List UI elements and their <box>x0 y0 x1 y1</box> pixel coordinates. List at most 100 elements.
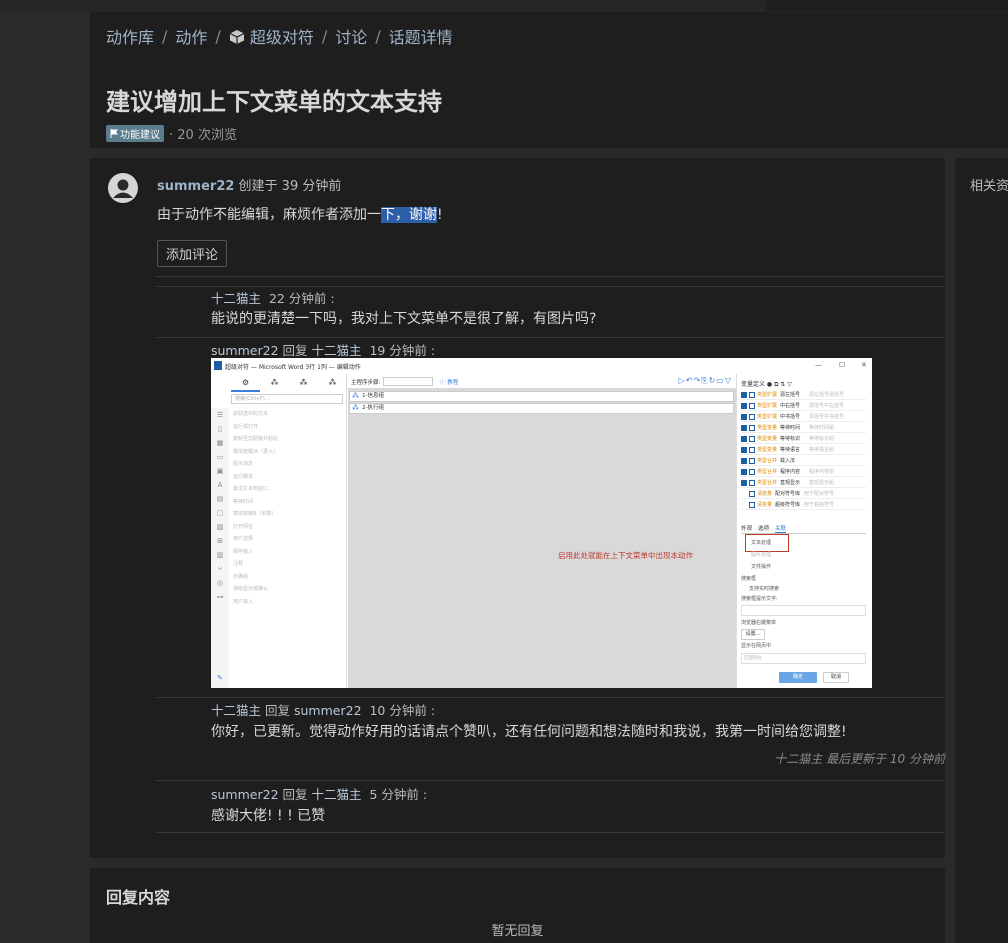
comment-meta: summer22 回复 十二猫主 19 分钟前 : <box>211 340 435 359</box>
comment-text: 能说的更清楚一下吗，我对上下文菜单不是很了解，有图片吗? <box>211 311 597 327</box>
shot-tab: 关联 <box>775 526 787 533</box>
shot-help-label: 教程 <box>447 380 459 386</box>
var-cat: 类型扩展 <box>757 414 778 420</box>
divider <box>156 337 945 338</box>
var-desc: 等待语言组 <box>809 447 835 453</box>
var-desc: 等待标识组 <box>809 436 835 442</box>
shot-variable-row: 类型变量 等待时间 等待时间组 <box>741 423 866 433</box>
var-cat: 类型变量 <box>757 436 778 442</box>
var-cat: 类型合并 <box>757 480 778 486</box>
shot-cancel-button: 取消 <box>823 672 849 683</box>
var-name: 等待语言 <box>780 447 801 453</box>
shot-window-title: 超级对符 — Microsoft Word 3行 1列 — 编辑动作 <box>225 364 361 371</box>
var-cat: 请变量 <box>757 502 773 508</box>
breadcrumb-action-library[interactable]: 动作库 <box>106 24 154 48</box>
var-cat: 类型合并 <box>757 469 778 475</box>
bookmark-icon: ▯ <box>218 425 222 433</box>
shot-step-label: 1-信息组 <box>362 393 384 399</box>
shot-right-panel: 变量定义 ● ⧉ ⇅ ▽ 类型扩展 源左括号 源左括号源括号 类型扩展 中右括号 源括号… <box>736 374 872 688</box>
shot-variables-header: 变量定义 ● ⧉ ⇅ ▽ <box>741 381 792 388</box>
header-panel: 动作库 / 动作 / 超级对符 / 讨论 / 话题详情 建议增加上下文菜单的文本… <box>90 12 1008 148</box>
comment-reply-to[interactable]: summer22 <box>294 703 362 718</box>
comment-time: 10 分钟前 : <box>369 703 436 718</box>
comment-time: 22 分钟前 : <box>268 291 335 306</box>
lock-icon <box>741 424 747 431</box>
shot-show-in-page-label: 显示在网页中 <box>741 643 772 649</box>
var-desc: 用于超级符号 <box>804 502 835 508</box>
category-tag[interactable]: 功能建议 <box>106 125 164 142</box>
comment-author[interactable]: 十二猫主 <box>211 291 261 306</box>
comment-author[interactable]: summer22 <box>211 343 279 358</box>
category-tag-label: 功能建议 <box>120 130 160 141</box>
comment-reply-to[interactable]: 十二猫主 <box>312 343 362 358</box>
breadcrumb-separator: / <box>321 26 328 46</box>
shot-show-in-page-field: 匹配网址 <box>741 653 866 664</box>
shot-left-tabs: ⚙ ⁂ ⁂ ⁂ <box>231 378 347 392</box>
shot-variables-label: 变量定义 <box>741 381 766 388</box>
list-item: 用户选择 <box>233 536 254 542</box>
comment-author[interactable]: 十二猫主 <box>211 703 261 718</box>
lock-icon <box>741 391 747 398</box>
file-icon: ▧ <box>216 523 224 531</box>
list-item: 注释 <box>233 561 244 567</box>
image-icon: ▤ <box>216 495 224 503</box>
post-author[interactable]: summer22 <box>157 179 234 194</box>
step-icon: ⁂ <box>352 404 359 412</box>
comment-reply-to[interactable]: 十二猫主 <box>312 787 362 802</box>
shot-context-menu-label: 浏览器右键菜单 <box>741 620 777 626</box>
shot-variable-row: 请变量 超级符号库 用于超级符号 <box>741 500 866 510</box>
shot-toolbar-icons: ▷↶↷⎘↻▭▽ <box>678 376 732 385</box>
lock-icon <box>741 479 747 486</box>
shot-variable-row: 请变量 配对符号库 用于配对符号 <box>741 489 866 499</box>
breadcrumb-discussion[interactable]: 讨论 <box>335 24 367 48</box>
shot-search-hint-field <box>741 605 866 616</box>
list-item: 获取选中的文本 <box>233 411 269 417</box>
divider <box>156 832 945 833</box>
checkbox-icon <box>749 479 755 486</box>
shot-step: ⁂ 2-执行组 <box>349 403 734 414</box>
var-desc: 源括号中右括号 <box>809 403 845 409</box>
breadcrumb-actions[interactable]: 动作 <box>175 24 207 48</box>
app-icon <box>214 361 222 370</box>
var-desc: 源括号中书括号 <box>809 414 845 420</box>
shot-variable-row: 类型合并 载入法 <box>741 456 866 466</box>
shot-step-toolbar: 主程序步骤: ⓘ 教程 ▷↶↷⎘↻▭▽ <box>348 374 736 388</box>
add-comment-button[interactable]: 添加评论 <box>157 240 228 267</box>
comment-author[interactable]: summer22 <box>211 787 279 802</box>
shot-action-list: 获取选中的文本 运行或打开 复制至剪贴板并粘贴 模拟按键/A（录入） 提示消息 … <box>233 408 345 608</box>
gears-icon: ⚙ <box>231 378 260 392</box>
avatar[interactable] <box>108 173 138 203</box>
reply-word: 回复 <box>265 703 291 718</box>
window-icon: ▣ <box>216 467 224 475</box>
shot-variable-row: 类型变量 等待标识 等待标识组 <box>741 434 866 444</box>
lock-icon <box>741 457 747 464</box>
breadcrumb-super-symbol[interactable]: 超级对符 <box>229 24 314 48</box>
list-item: 打开网址 <box>233 523 254 530</box>
table-icon: ▥ <box>216 551 224 559</box>
clipboard-icon: ▢ <box>216 509 224 517</box>
var-cat: 类型合并 <box>757 458 778 464</box>
comment-meta: 十二猫主 22 分钟前 : <box>211 288 335 307</box>
list-item: 模拟按键/A（录入） <box>233 448 279 455</box>
breadcrumb-separator: / <box>375 26 381 46</box>
shot-left-panel: ⚙ ⁂ ⁂ ⁂ 搜索(Ctrl+F)... ☰ ▯ ▦ ▭ ▣ A ▤ ▢ ▧ … <box>211 374 347 688</box>
list-item: 运行或打开 <box>233 423 259 430</box>
globe-icon: ◎ <box>216 579 224 587</box>
var-desc: 源左括号源括号 <box>809 392 845 398</box>
shot-assoc-item: 文件操作 <box>751 564 772 570</box>
post-body-text: 由于动作不能编辑，麻烦作者添加一 <box>157 207 381 223</box>
list-item: 弹窗显示或确认 <box>233 586 269 592</box>
close-icon: ✕ <box>861 361 867 369</box>
lock-icon <box>741 435 747 442</box>
var-name: 中右括号 <box>780 403 801 409</box>
list-item: 提示消息 <box>233 461 254 467</box>
post-body-end: ! <box>437 207 443 223</box>
reply-word: 回复 <box>282 343 308 358</box>
list-item: 用户输入 <box>233 598 254 605</box>
checkbox-icon <box>749 468 755 475</box>
top-bar-button[interactable] <box>766 0 1008 11</box>
checkbox-icon <box>749 446 755 453</box>
breadcrumb-separator: / <box>215 26 221 46</box>
shot-search-box-label: 搜索框 <box>741 576 757 582</box>
attached-screenshot[interactable]: 超级对符 — Microsoft Word 3行 1列 — 编辑动作 — ☐ ✕… <box>211 358 872 688</box>
